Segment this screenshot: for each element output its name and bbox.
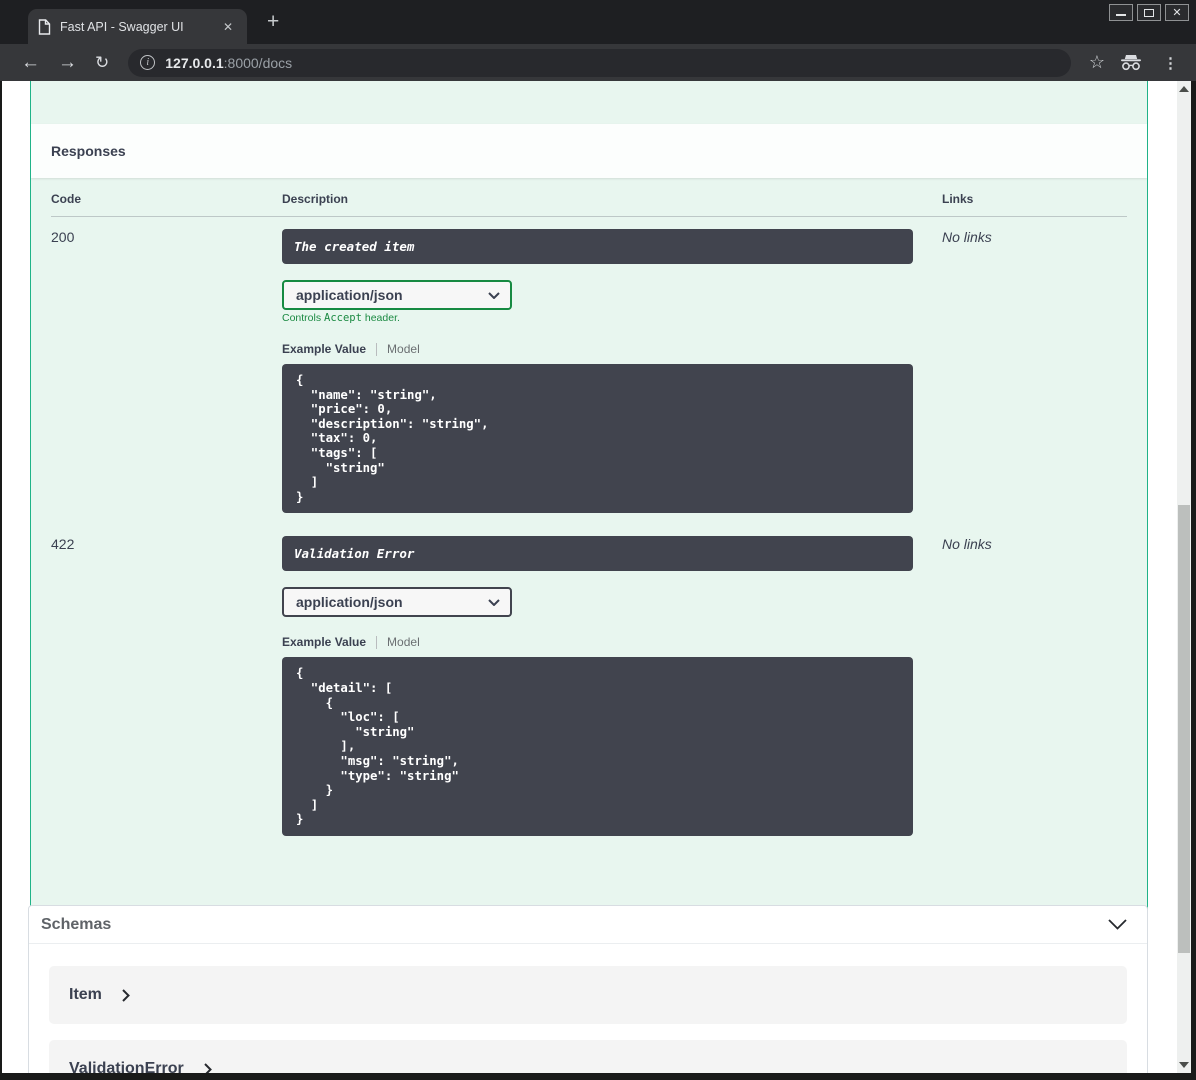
chevron-down-icon bbox=[488, 291, 500, 299]
page-icon bbox=[38, 18, 51, 35]
response-description: The created item bbox=[282, 229, 913, 264]
tab-separator bbox=[376, 635, 378, 649]
tab-title: Fast API - Swagger UI bbox=[60, 19, 184, 34]
response-links: No links bbox=[942, 229, 992, 245]
new-tab-button[interactable]: + bbox=[261, 8, 285, 36]
response-description-cell: Validation Error application/json Exampl… bbox=[282, 536, 942, 836]
browser-menu-icon[interactable]: ⋮ bbox=[1157, 54, 1184, 72]
tab-close-icon[interactable]: ✕ bbox=[219, 20, 237, 34]
scroll-up-icon[interactable] bbox=[1179, 86, 1189, 92]
schemas-section: Schemas Item ValidationError bbox=[28, 905, 1148, 1080]
example-code-block: { "name": "string", "price": 0, "descrip… bbox=[282, 364, 913, 514]
close-button[interactable]: ✕ bbox=[1165, 4, 1189, 21]
site-info-icon[interactable]: i bbox=[140, 55, 156, 70]
schema-name: Item bbox=[69, 986, 102, 1003]
response-description-cell: The created item application/json Contro… bbox=[282, 229, 942, 514]
window-border-bottom bbox=[0, 1073, 1196, 1080]
response-code: 422 bbox=[51, 536, 75, 553]
url-text[interactable]: 127.0.0.1:8000/docs bbox=[165, 55, 292, 71]
window-border-left bbox=[0, 81, 2, 1080]
window-border-right bbox=[1191, 81, 1196, 1080]
tab-model[interactable]: Model bbox=[387, 342, 420, 356]
media-type-value: application/json bbox=[296, 594, 403, 611]
opblock-body-spacer bbox=[31, 81, 1147, 124]
schemas-header[interactable]: Schemas bbox=[29, 906, 1147, 944]
response-code: 200 bbox=[51, 229, 75, 245]
example-code-block: { "detail": [ { "loc": [ "string" ], "ms… bbox=[282, 657, 913, 836]
minimize-icon bbox=[1116, 14, 1126, 16]
chevron-right-icon bbox=[122, 988, 130, 1002]
column-links: Links bbox=[942, 192, 974, 206]
responses-title: Responses bbox=[51, 143, 126, 159]
accept-header-note: Controls Accept header. bbox=[282, 312, 400, 324]
bookmark-star-icon[interactable]: ☆ bbox=[1089, 52, 1105, 73]
scrollbar[interactable] bbox=[1177, 81, 1191, 1073]
post-operation-block: Responses Code Description Links 200 The… bbox=[30, 81, 1148, 943]
responses-table: Code Description Links 200 The created i… bbox=[31, 178, 1147, 836]
browser-titlebar: Fast API - Swagger UI ✕ + ✕ bbox=[0, 0, 1196, 44]
example-model-tabs: Example Value Model bbox=[282, 342, 942, 356]
tab-example-value[interactable]: Example Value bbox=[282, 342, 366, 356]
column-code: Code bbox=[51, 192, 81, 206]
forward-icon[interactable]: → bbox=[49, 53, 86, 72]
minimize-button[interactable] bbox=[1109, 4, 1133, 21]
responses-section-header: Responses bbox=[31, 124, 1147, 178]
incognito-icon bbox=[1119, 54, 1143, 71]
swagger-page: Responses Code Description Links 200 The… bbox=[0, 81, 1196, 1080]
response-row-200: 200 The created item application/json Co… bbox=[51, 217, 1127, 524]
chevron-down-icon bbox=[488, 599, 500, 606]
browser-toolbar: ← → ↻ i 127.0.0.1:8000/docs ☆ ⋮ bbox=[0, 44, 1196, 81]
response-links: No links bbox=[942, 536, 992, 553]
browser-tab[interactable]: Fast API - Swagger UI ✕ bbox=[28, 9, 247, 44]
scrollbar-thumb[interactable] bbox=[1178, 505, 1190, 953]
media-type-value: application/json bbox=[296, 287, 403, 303]
url-path: :8000/docs bbox=[223, 54, 293, 71]
tab-separator bbox=[376, 342, 378, 356]
media-type-select[interactable]: application/json bbox=[282, 280, 512, 310]
toolbar-right: ☆ ⋮ bbox=[1089, 52, 1184, 73]
window-controls: ✕ bbox=[1109, 4, 1189, 21]
response-description: Validation Error bbox=[282, 536, 913, 572]
maximize-icon bbox=[1144, 8, 1154, 17]
column-description: Description bbox=[282, 192, 349, 206]
response-row-422: 422 Validation Error application/json Ex… bbox=[51, 524, 1127, 836]
url-host: 127.0.0.1 bbox=[165, 54, 224, 71]
back-icon[interactable]: ← bbox=[12, 53, 49, 72]
example-json: { "detail": [ { "loc": [ "string" ], "ms… bbox=[296, 666, 459, 827]
schema-item[interactable]: Item bbox=[49, 966, 1127, 1024]
media-type-select[interactable]: application/json bbox=[282, 587, 512, 618]
chevron-down-icon[interactable] bbox=[1108, 919, 1127, 930]
reload-icon[interactable]: ↻ bbox=[86, 54, 118, 71]
maximize-button[interactable] bbox=[1137, 4, 1161, 21]
address-bar[interactable]: i 127.0.0.1:8000/docs bbox=[128, 48, 1071, 77]
tab-example-value[interactable]: Example Value bbox=[282, 635, 366, 649]
schemas-title: Schemas bbox=[41, 915, 112, 933]
responses-table-header: Code Description Links bbox=[51, 192, 1127, 217]
tab-model[interactable]: Model bbox=[387, 635, 420, 649]
scroll-down-icon[interactable] bbox=[1179, 1062, 1189, 1068]
example-json: { "name": "string", "price": 0, "descrip… bbox=[296, 373, 489, 504]
example-model-tabs: Example Value Model bbox=[282, 635, 942, 649]
